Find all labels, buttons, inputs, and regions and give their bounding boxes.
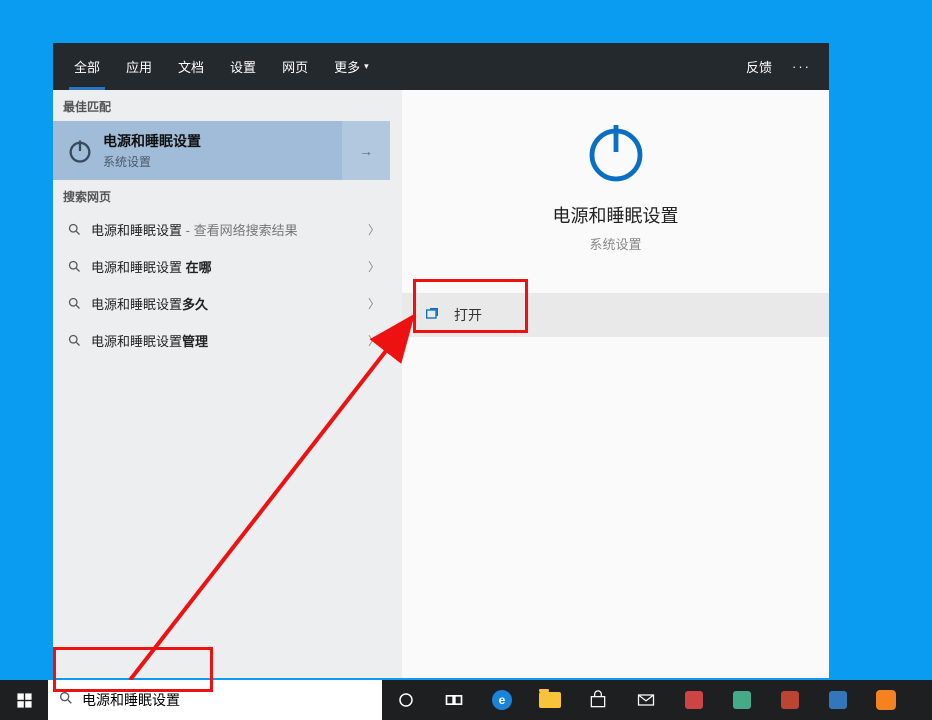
- cortana-icon[interactable]: [382, 680, 430, 720]
- detail-title: 电源和睡眠设置: [553, 202, 679, 228]
- more-options-icon[interactable]: ···: [782, 59, 821, 74]
- open-label: 打开: [454, 305, 482, 325]
- results-left-column: 最佳匹配 电源和睡眠设置 系统设置 → 搜索网页 电源: [53, 90, 390, 678]
- edge-icon[interactable]: e: [478, 680, 526, 720]
- results-detail-pane: 电源和睡眠设置 系统设置 打开: [402, 90, 829, 678]
- open-action[interactable]: 打开: [402, 293, 829, 337]
- app-icon[interactable]: [766, 680, 814, 720]
- app-icon[interactable]: [814, 680, 862, 720]
- mail-icon[interactable]: [622, 680, 670, 720]
- search-results-panel: 全部 应用 文档 设置 网页 更多▾ 反馈 ··· 最佳匹配 电源和睡眠设置 系…: [53, 43, 829, 678]
- web-result-item[interactable]: 电源和睡眠设置 在哪 〉: [53, 248, 390, 285]
- app-icon[interactable]: [718, 680, 766, 720]
- search-input[interactable]: [82, 692, 372, 708]
- search-icon: [58, 690, 74, 711]
- search-tabs-bar: 全部 应用 文档 设置 网页 更多▾ 反馈 ···: [53, 43, 829, 90]
- tab-all[interactable]: 全部: [61, 43, 113, 90]
- open-icon: [424, 306, 440, 325]
- store-icon[interactable]: [574, 680, 622, 720]
- best-match-title: 电源和睡眠设置: [103, 131, 201, 151]
- chevron-down-icon: ▾: [364, 61, 369, 72]
- tab-more[interactable]: 更多▾: [321, 43, 382, 90]
- search-icon: [63, 222, 85, 237]
- search-icon: [63, 259, 85, 274]
- power-icon: [65, 136, 95, 166]
- detail-subtitle: 系统设置: [589, 234, 641, 253]
- tab-documents[interactable]: 文档: [165, 43, 217, 90]
- web-result-item[interactable]: 电源和睡眠设置多久 〉: [53, 285, 390, 322]
- chevron-right-icon: 〉: [368, 332, 380, 349]
- power-icon: [580, 116, 652, 188]
- best-match-item[interactable]: 电源和睡眠设置 系统设置 →: [53, 121, 390, 180]
- tab-settings[interactable]: 设置: [217, 43, 269, 90]
- search-icon: [63, 296, 85, 311]
- chevron-right-icon: 〉: [368, 295, 380, 312]
- web-result-item[interactable]: 电源和睡眠设置 - 查看网络搜索结果 〉: [53, 211, 390, 248]
- app-icon[interactable]: [862, 680, 910, 720]
- expand-arrow-icon[interactable]: →: [342, 121, 390, 180]
- taskbar-search-box[interactable]: [48, 680, 382, 720]
- best-match-subtitle: 系统设置: [103, 153, 201, 170]
- best-match-header: 最佳匹配: [53, 90, 390, 121]
- chevron-right-icon: 〉: [368, 258, 380, 275]
- web-search-header: 搜索网页: [53, 180, 390, 211]
- search-icon: [63, 333, 85, 348]
- tab-web[interactable]: 网页: [269, 43, 321, 90]
- feedback-link[interactable]: 反馈: [736, 57, 782, 76]
- web-result-item[interactable]: 电源和睡眠设置管理 〉: [53, 322, 390, 359]
- taskbar: e: [0, 680, 932, 720]
- tab-apps[interactable]: 应用: [113, 43, 165, 90]
- start-button[interactable]: [0, 680, 48, 720]
- chevron-right-icon: 〉: [368, 221, 380, 238]
- file-explorer-icon[interactable]: [526, 680, 574, 720]
- task-view-icon[interactable]: [430, 680, 478, 720]
- app-icon[interactable]: [670, 680, 718, 720]
